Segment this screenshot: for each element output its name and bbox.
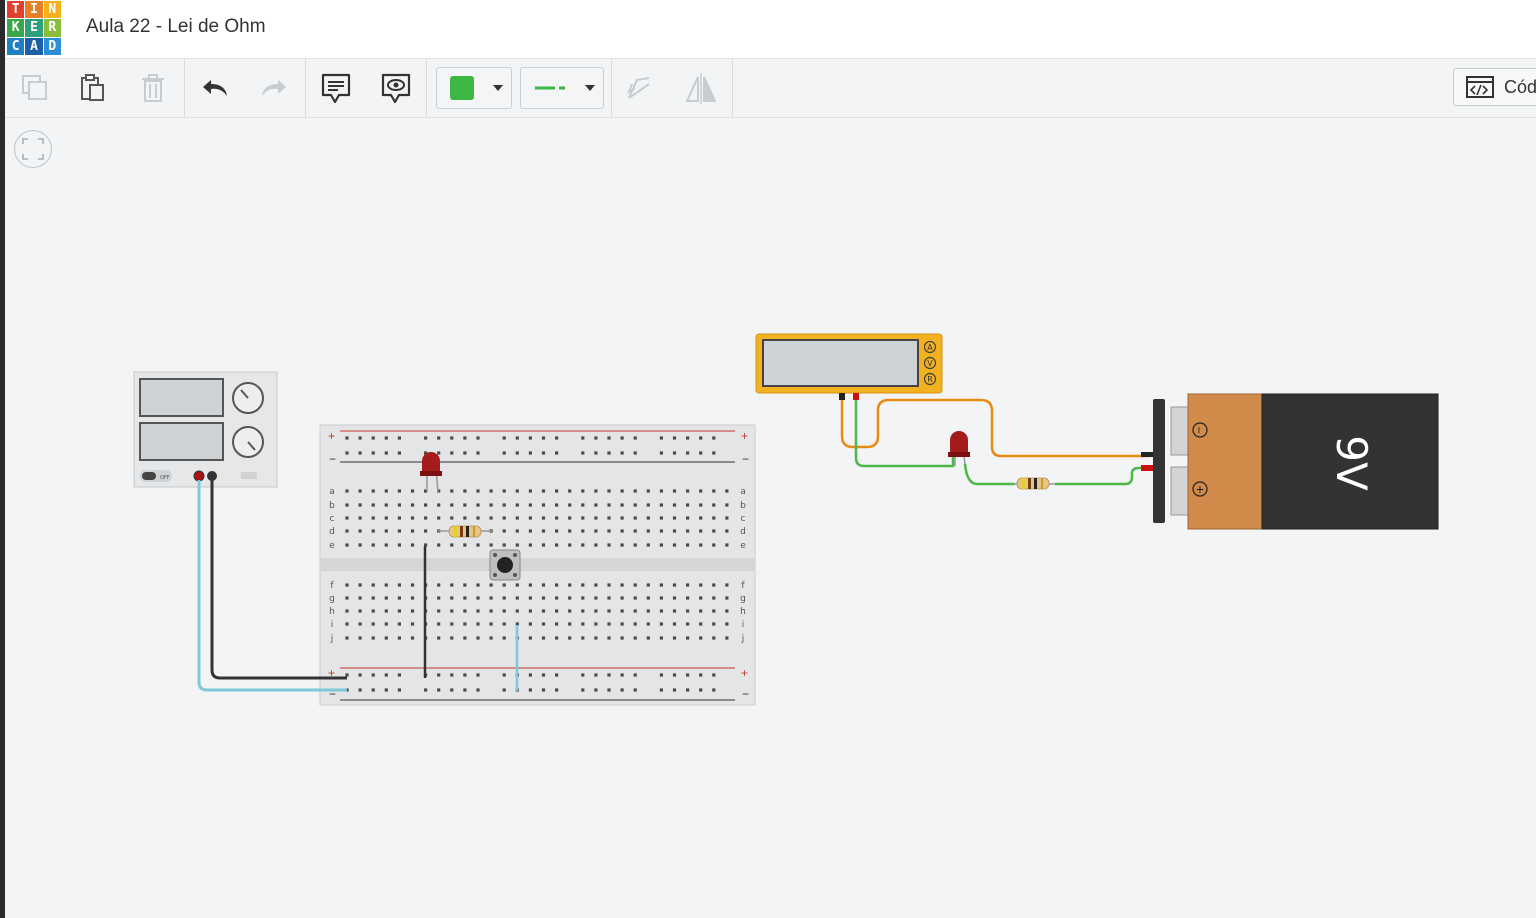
row-letter-label: e — [740, 541, 746, 551]
rail-plus-label: + — [741, 666, 748, 680]
code-button[interactable]: Cód — [1453, 68, 1536, 106]
copy-button[interactable] — [15, 59, 55, 117]
positive-terminal[interactable] — [193, 470, 205, 482]
row-letter-label: g — [329, 594, 335, 604]
delete-button[interactable] — [133, 59, 173, 117]
mirror-icon — [685, 73, 717, 104]
wire-type-dropdown[interactable] — [520, 67, 604, 109]
wire-style-icon — [535, 86, 565, 90]
rotate-button[interactable] — [619, 59, 659, 117]
title-bar: T I N K E R C A D Aula 22 - Lei de Ohm — [5, 0, 1536, 59]
code-window-icon — [1466, 76, 1494, 98]
battery-voltage-label: 9V — [1327, 435, 1376, 491]
toolbar-divider — [732, 59, 733, 117]
notes-icon — [321, 73, 351, 104]
row-letter-label: a — [329, 487, 335, 497]
logo-letter: C — [7, 37, 25, 55]
row-letter-label: c — [741, 514, 746, 524]
row-letter-label: b — [740, 501, 746, 511]
tinkercad-logo[interactable]: T I N K E R C A D — [7, 1, 61, 55]
logo-letter: A — [25, 37, 43, 55]
row-letter-label: d — [740, 527, 746, 537]
push-button[interactable] — [489, 549, 521, 581]
view-notes-button[interactable] — [376, 59, 416, 117]
paste-button[interactable] — [73, 59, 113, 117]
multimeter-display — [762, 339, 919, 387]
color-dropdown[interactable] — [436, 67, 512, 109]
redo-icon — [262, 80, 286, 96]
logo-letter: R — [43, 19, 61, 37]
current-display — [139, 422, 224, 461]
battery-plus-label: + — [1196, 481, 1204, 497]
logo-letter: K — [7, 19, 25, 37]
notes-button[interactable] — [316, 59, 356, 117]
toolbar-divider — [611, 59, 612, 117]
trash-icon — [142, 74, 164, 102]
copy-icon — [22, 75, 47, 100]
logo-letter: E — [25, 19, 43, 37]
logo-letter: I — [25, 1, 43, 19]
mirror-button[interactable] — [681, 59, 721, 117]
logo-letter: D — [43, 37, 61, 55]
circuit-led[interactable] — [948, 431, 970, 466]
chevron-down-icon — [493, 85, 503, 91]
wire-green[interactable] — [1055, 466, 1148, 486]
code-label: Cód — [1504, 76, 1536, 97]
breadboard[interactable]: + + − − + + − − a ab bc cd de ef fg gh hi ij j — [319, 424, 756, 706]
tinkercad-app: T I N K E R C A D Aula 22 - Lei de Ohm C… — [5, 0, 1536, 918]
undo-icon — [203, 80, 227, 96]
mode-r-label: R — [927, 375, 933, 384]
battery-clip — [1153, 399, 1165, 523]
row-letter-label: a — [740, 487, 746, 497]
undo-button[interactable] — [195, 59, 235, 117]
voltage-display — [139, 378, 224, 417]
row-letter-label: e — [329, 541, 335, 551]
toolbar: Cód — [5, 59, 1536, 118]
project-title[interactable]: Aula 22 - Lei de Ohm — [86, 16, 266, 38]
rail-minus-label: − — [742, 687, 749, 701]
row-letter-label: g — [740, 594, 746, 604]
logo-letter: N — [43, 1, 61, 19]
row-letter-label: c — [330, 514, 335, 524]
wire-green[interactable] — [854, 400, 955, 468]
color-swatch — [450, 76, 474, 100]
toolbar-divider — [184, 59, 185, 117]
logo-letter: T — [7, 1, 25, 19]
circuit-resistor[interactable] — [1013, 477, 1055, 490]
circuit-canvas[interactable]: OFF + + − − + + − − a a b b c c d d e e … — [5, 118, 1536, 918]
paste-icon — [81, 74, 104, 101]
toolbar-divider — [305, 59, 306, 117]
wire-green[interactable] — [963, 463, 1015, 486]
rail-minus-label: − — [742, 452, 749, 466]
chevron-down-icon — [585, 85, 595, 91]
row-letter-label: j — [330, 634, 334, 644]
rail-plus-label: + — [328, 429, 335, 443]
negative-terminal[interactable] — [207, 471, 217, 481]
battery-9v[interactable]: − + 9V — [1141, 393, 1439, 530]
rotate-icon — [626, 77, 650, 99]
row-letter-label: h — [329, 607, 335, 617]
row-letter-label: j — [741, 634, 745, 644]
rail-plus-label: + — [741, 429, 748, 443]
row-letter-label: d — [329, 527, 335, 537]
circuit-drawing: OFF + + − − + + − − a ab bc cd de ef fg … — [133, 333, 1439, 706]
wire-orange[interactable] — [840, 398, 1150, 458]
mode-v-label: V — [927, 359, 933, 368]
row-letter-label: h — [740, 607, 746, 617]
toolbar-divider — [426, 59, 427, 117]
redo-button[interactable] — [254, 59, 294, 117]
row-letter-label: i — [331, 620, 334, 630]
power-supply[interactable]: OFF — [133, 371, 278, 488]
battery-minus-label: − — [1192, 426, 1206, 433]
rail-minus-label: − — [329, 452, 336, 466]
multimeter[interactable]: A V R — [755, 333, 943, 400]
switch-label: OFF — [160, 475, 170, 481]
row-letter-label: i — [742, 620, 745, 630]
eye-icon — [381, 73, 411, 104]
mode-a-label: A — [927, 343, 933, 352]
row-letter-label: b — [329, 501, 335, 511]
